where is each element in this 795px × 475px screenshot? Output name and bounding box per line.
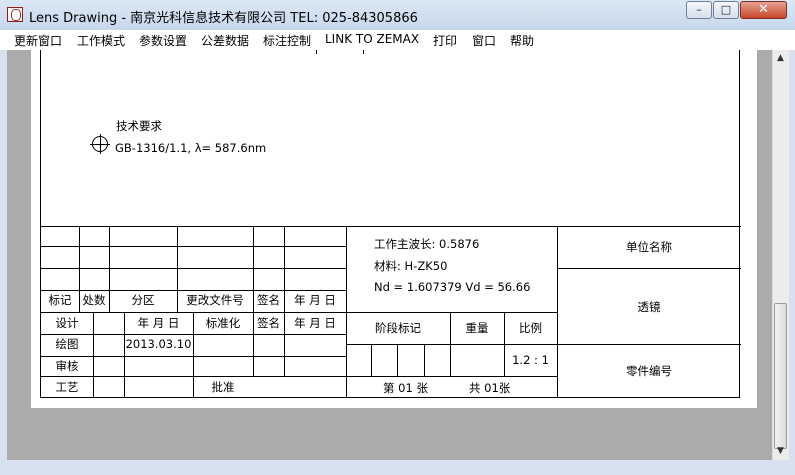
label-standardization: 标准化 (205, 316, 241, 330)
header-count: 处数 (82, 293, 106, 307)
label-approve: 批准 (211, 380, 235, 394)
drawn-date: 2013.03.10 (125, 337, 192, 351)
maximize-button[interactable]: □ (713, 1, 739, 19)
label-process: 工艺 (55, 380, 79, 394)
vertical-scrollbar[interactable]: ▲ ▼ (772, 50, 789, 460)
title-block-top-line (41, 226, 741, 227)
menu-bar: 更新窗口 工作模式 参数设置 公差数据 标注控制 LINK TO ZEMAX 打… (0, 30, 795, 50)
window-border-right (789, 50, 795, 460)
menu-print[interactable]: 打印 (433, 32, 457, 49)
ratio-label: 比例 (519, 321, 542, 335)
unit-name: 单位名称 (626, 240, 672, 254)
part-number: 零件编号 (626, 364, 672, 378)
material: 材料: H-ZK50 (374, 259, 448, 273)
grid-line (346, 376, 557, 377)
menu-update-window[interactable]: 更新窗口 (14, 32, 62, 49)
part-name: 透镜 (637, 300, 661, 314)
drawing-canvas[interactable]: 技术要求 GB-1316/1.1, λ= 587.6nm 标记 处数 分区 更改… (7, 50, 772, 460)
crosshair-icon (90, 134, 110, 154)
scrollbar-thumb[interactable] (774, 303, 787, 449)
stage-mark-label: 阶段标记 (375, 321, 421, 335)
grid-line (557, 268, 741, 269)
close-button[interactable]: ✕ (740, 1, 787, 19)
app-icon[interactable] (7, 7, 23, 22)
label-review: 审核 (55, 359, 79, 373)
frame-tick (363, 50, 364, 54)
scroll-down-icon[interactable]: ▼ (777, 446, 784, 456)
scroll-up-icon[interactable]: ▲ (777, 53, 784, 63)
drawing-sheet: 技术要求 GB-1316/1.1, λ= 587.6nm 标记 处数 分区 更改… (31, 50, 757, 408)
background-window-title: Glass (418, 8, 452, 21)
total-sheets: 共 01张 (469, 381, 511, 395)
menu-work-mode[interactable]: 工作模式 (77, 32, 125, 49)
header-date: 年 月 日 (294, 293, 336, 307)
frame-tick (316, 50, 317, 54)
grid-line (41, 246, 346, 247)
refractive-index: Nd = 1.607379 Vd = 56.66 (374, 280, 531, 294)
window-border-left (0, 50, 7, 460)
weight-label: 重量 (465, 321, 489, 335)
title-bar: Lens Drawing - 南京光科信息技术有限公司 TEL: 025-843… (0, 0, 795, 30)
label-date: 年 月 日 (294, 316, 336, 330)
header-zone: 分区 (131, 293, 155, 307)
window-title: Lens Drawing - 南京光科信息技术有限公司 TEL: 025-843… (29, 11, 418, 26)
minimize-button[interactable]: – (686, 1, 712, 19)
grid-line (41, 290, 346, 291)
label-drawn: 绘图 (55, 337, 79, 351)
grid-line (557, 344, 741, 345)
menu-annotation-control[interactable]: 标注控制 (263, 32, 311, 49)
menu-window[interactable]: 窗口 (472, 32, 496, 49)
grid-line (346, 312, 557, 313)
sheet-number: 第 01 张 (383, 381, 428, 395)
header-mark: 标记 (48, 293, 72, 307)
header-signature: 签名 (257, 293, 280, 307)
grid-line (371, 344, 372, 376)
grid-line (93, 312, 94, 398)
header-change-doc: 更改文件号 (186, 293, 244, 307)
working-wavelength: 工作主波长: 0.5876 (374, 237, 480, 251)
grid-line (346, 344, 557, 345)
label-design-date: 年 月 日 (137, 316, 180, 330)
menu-help[interactable]: 帮助 (510, 32, 534, 49)
grid-line (41, 268, 346, 269)
drawing-frame: 技术要求 GB-1316/1.1, λ= 587.6nm 标记 处数 分区 更改… (40, 50, 741, 398)
ratio-value: 1.2 : 1 (512, 353, 549, 367)
grid-line (424, 344, 425, 376)
menu-tolerance-data[interactable]: 公差数据 (201, 32, 249, 49)
menu-link-to-zemax[interactable]: LINK TO ZEMAX (325, 32, 419, 46)
background-window-title: Semi-Diameter (525, 8, 612, 21)
menu-parameter-settings[interactable]: 参数设置 (139, 32, 187, 49)
label-design: 设计 (55, 316, 79, 330)
technical-requirements-title: 技术要求 (116, 119, 162, 133)
bottom-border (0, 460, 795, 475)
grid-line (397, 344, 398, 376)
label-signature: 签名 (257, 316, 280, 330)
spec-line: GB-1316/1.1, λ= 587.6nm (115, 141, 267, 155)
